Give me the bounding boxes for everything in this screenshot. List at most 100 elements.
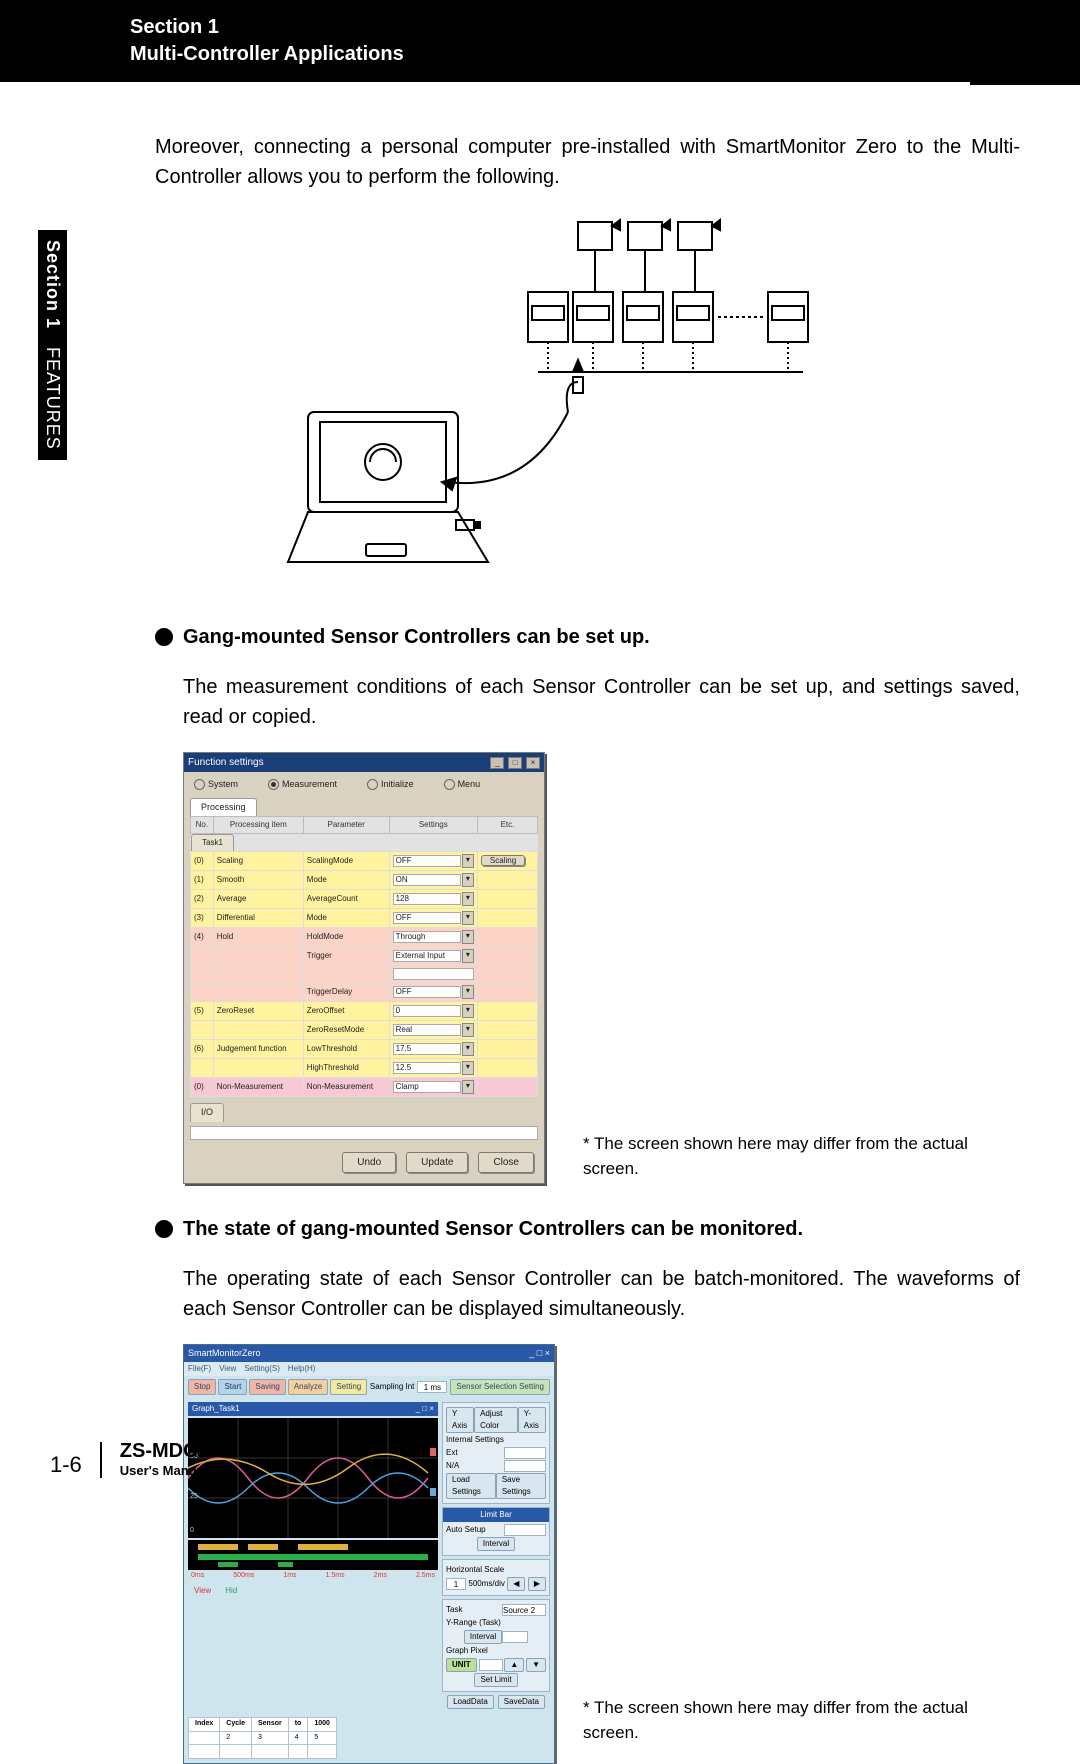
bullet-dot-icon <box>155 628 173 646</box>
bullet-2-title: The state of gang-mounted Sensor Control… <box>183 1214 803 1244</box>
table-row[interactable]: ZeroResetModeReal▾ <box>191 1021 538 1040</box>
table-row[interactable]: (0)ScalingScalingModeOFF▾Scaling <box>191 852 538 871</box>
bullet-1-row: Gang-mounted Sensor Controllers can be s… <box>155 622 1020 652</box>
dropdown-icon[interactable]: ▾ <box>462 985 474 999</box>
wave-title: SmartMonitorZero <box>188 1347 261 1361</box>
wave-titlebar: SmartMonitorZero _ □ × <box>184 1345 554 1363</box>
panel-4: TaskSource 2 Y-Range (Task) Interval Gra… <box>442 1599 550 1692</box>
update-button[interactable]: Update <box>406 1152 468 1173</box>
header-line-1: Section 1 <box>130 14 970 41</box>
yaxis-btn[interactable]: Y Axis <box>446 1407 474 1433</box>
header-line-2: Multi-Controller Applications <box>130 41 970 68</box>
xtick: 0ms <box>191 1571 204 1582</box>
sidetab-a: Section 1 <box>43 240 63 329</box>
dropdown-icon[interactable]: ▾ <box>462 949 474 963</box>
loaddata-button[interactable]: LoadData <box>447 1695 494 1709</box>
undo-button[interactable]: Undo <box>342 1152 396 1173</box>
dropdown-icon[interactable]: ▾ <box>462 873 474 887</box>
row-tabs-2: I/O <box>184 1103 544 1122</box>
dropdown-icon[interactable]: ▾ <box>462 892 474 906</box>
system-diagram <box>155 212 1020 582</box>
menu-setting[interactable]: Setting(S) <box>244 1363 280 1375</box>
savedata-button[interactable]: SaveData <box>498 1695 545 1709</box>
minimize-icon[interactable]: _ <box>490 757 504 769</box>
stop-button[interactable]: Stop <box>188 1379 216 1395</box>
waveform-window: SmartMonitorZero _ □ × File(F) View Sett… <box>183 1344 555 1764</box>
dropdown-icon[interactable]: ▾ <box>462 854 474 868</box>
wave-bottom: Index Cycle Sensor to 1000 2 3 4 5 <box>184 1713 554 1763</box>
col-settings: Settings <box>389 817 477 834</box>
dropdown-icon[interactable]: ▾ <box>462 1004 474 1018</box>
wave-status-strip <box>188 1540 438 1570</box>
mode-menu[interactable]: Menu <box>444 778 481 792</box>
table-row[interactable]: TriggerDelayOFF▾ <box>191 983 538 1002</box>
mode-measurement[interactable]: Measurement <box>268 778 337 792</box>
figure-2-caption: * The screen shown here may differ from … <box>583 1695 1020 1746</box>
table-row[interactable]: (2)AverageAverageCount128▾ <box>191 890 538 909</box>
close-button[interactable]: Close <box>478 1152 534 1173</box>
xtick: 1ms <box>283 1571 296 1582</box>
function-settings-dialog: Function settings _ □ × System Measureme… <box>183 752 545 1184</box>
dropdown-icon[interactable]: ▾ <box>462 911 474 925</box>
view-label[interactable]: View <box>194 1585 211 1597</box>
page-black-corner <box>970 0 1080 85</box>
xtick: 500ms <box>233 1571 254 1582</box>
sidetab-b: FEATURES <box>43 347 63 450</box>
mode-initialize[interactable]: Initialize <box>367 778 414 792</box>
hid-label[interactable]: Hid <box>225 1585 237 1597</box>
dialog-titlebar: Function settings _ □ × <box>184 753 544 772</box>
row-tabs: Processing <box>184 798 544 817</box>
table-row[interactable]: (3)DifferentialModeOFF▾ <box>191 909 538 928</box>
menu-file[interactable]: File(F) <box>188 1363 211 1375</box>
table-row[interactable]: (1)SmoothModeON▾ <box>191 871 538 890</box>
status-field <box>190 1126 538 1140</box>
wave-plot-titlebar: Graph_Task1_ □ × <box>188 1402 438 1416</box>
bullet-1-para: The measurement conditions of each Senso… <box>183 672 1020 732</box>
close-icon[interactable]: × <box>526 757 540 769</box>
dropdown-icon[interactable]: ▾ <box>462 1061 474 1075</box>
dropdown-icon[interactable]: ▾ <box>462 1080 474 1094</box>
side-tab: Section 1 FEATURES <box>38 230 67 460</box>
table-row[interactable]: HighThreshold12.5▾ <box>191 1059 538 1078</box>
bullet-1-title: Gang-mounted Sensor Controllers can be s… <box>183 622 650 652</box>
panel-3: Horizontal Scale 1500ms/div◀▶ <box>442 1559 550 1596</box>
bullet-dot-icon <box>155 1220 173 1238</box>
saving-button[interactable]: Saving <box>249 1379 285 1395</box>
table-row[interactable]: (4)HoldHoldModeThrough▾ <box>191 928 538 947</box>
footer-model: ZS-MDC <box>120 1440 208 1463</box>
setting-button[interactable]: Setting <box>330 1379 367 1395</box>
analyze-button[interactable]: Analyze <box>288 1379 328 1395</box>
dropdown-icon[interactable]: ▾ <box>462 1042 474 1056</box>
intro-paragraph: Moreover, connecting a personal computer… <box>155 132 1020 192</box>
table-row[interactable]: TriggerExternal Input▾ <box>191 947 538 966</box>
table-row[interactable]: (0)Non-MeasurementNon-MeasurementClamp▾ <box>191 1078 538 1097</box>
section-header: Section 1 Multi-Controller Applications <box>0 0 970 82</box>
menu-view[interactable]: View <box>219 1363 236 1375</box>
page-number: 1-6 <box>50 1452 82 1478</box>
sampling-value[interactable]: 1 ms <box>417 1381 447 1393</box>
start-button[interactable]: Start <box>218 1379 247 1395</box>
figure-1-caption: * The screen shown here may differ from … <box>583 1131 1020 1182</box>
table-row[interactable] <box>191 966 538 983</box>
mode-radio-group: System Measurement Initialize Menu <box>184 772 544 798</box>
mode-system[interactable]: System <box>194 778 238 792</box>
maximize-icon[interactable]: □ <box>508 757 522 769</box>
col-no: No. <box>191 817 214 834</box>
dropdown-icon[interactable]: ▾ <box>462 1023 474 1037</box>
plot-title: Graph_Task1 <box>192 1403 240 1415</box>
table-row[interactable]: (5)ZeroResetZeroOffset0▾ <box>191 1002 538 1021</box>
menu-help[interactable]: Help(H) <box>288 1363 316 1375</box>
xtick: 1.5ms <box>326 1571 345 1582</box>
page-footer: 1-6 ZS-MDC User's Manual <box>50 1440 1020 1478</box>
window-buttons: _ □ × <box>489 755 540 770</box>
dropdown-icon[interactable]: ▾ <box>462 930 474 944</box>
table-row[interactable]: (6)Judgement functionLowThreshold17.5▾ <box>191 1040 538 1059</box>
tab-io[interactable]: I/O <box>190 1103 224 1122</box>
sensor-selection-button[interactable]: Sensor Selection Setting <box>450 1379 550 1395</box>
subtab-task1[interactable]: Task1 <box>191 834 234 851</box>
wave-menu: File(F) View Setting(S) Help(H) <box>184 1362 554 1376</box>
col-param: Parameter <box>303 817 389 834</box>
sampling-label: Sampling Int <box>370 1381 414 1393</box>
bottom-table: Index Cycle Sensor to 1000 2 3 4 5 <box>188 1717 337 1759</box>
tab-processing[interactable]: Processing <box>190 798 257 817</box>
